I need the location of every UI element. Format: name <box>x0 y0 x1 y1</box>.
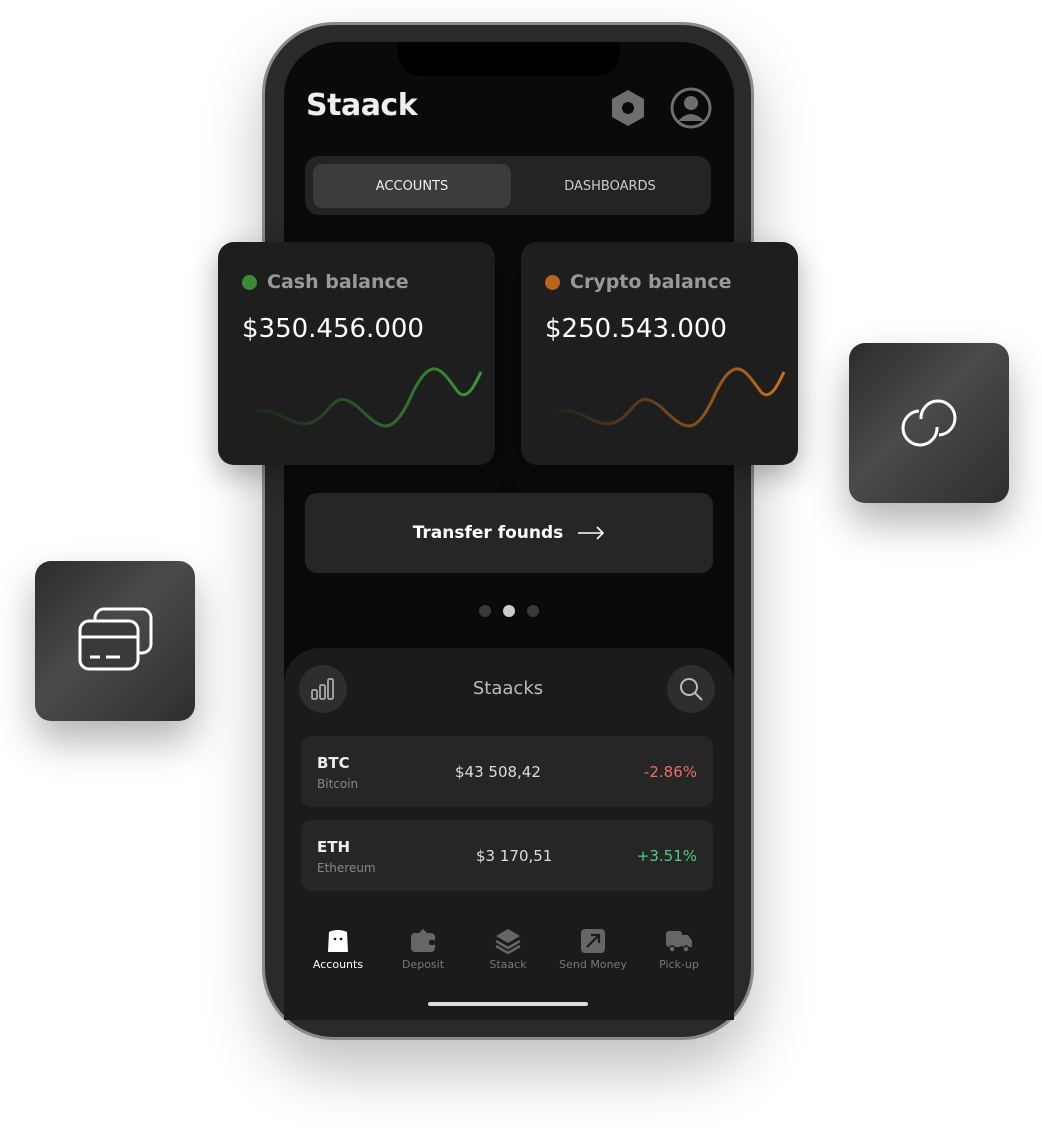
nav-label: Send Money <box>559 958 627 971</box>
cash-value: $350.456.000 <box>242 314 424 344</box>
credit-cards-icon <box>78 607 153 671</box>
crypto-sparkline <box>543 367 786 428</box>
tab-accounts[interactable]: ACCOUNTS <box>313 164 511 208</box>
cards-tile <box>35 561 195 721</box>
cash-balance-card[interactable]: Cash balance $350.456.000 <box>218 242 495 465</box>
ghost-icon <box>328 930 348 952</box>
send-arrow-icon <box>581 929 605 953</box>
page-dot[interactable] <box>479 605 491 617</box>
cash-dot <box>242 275 257 290</box>
staacks-title: Staacks <box>472 678 544 699</box>
layers-icon <box>495 929 521 954</box>
wallet-icon <box>411 929 435 952</box>
row-price: $43 508,42 <box>455 763 541 781</box>
nav-label: Pick-up <box>659 958 699 971</box>
cash-label: Cash balance <box>267 271 409 293</box>
bar-chart-icon <box>311 678 334 700</box>
profile-icon[interactable] <box>670 87 712 129</box>
table-row-btc[interactable]: BTC Bitcoin $43 508,42 -2.86% <box>301 736 713 807</box>
crypto-label: Crypto balance <box>570 271 732 293</box>
tab-dashboards[interactable]: DASHBOARDS <box>511 164 709 208</box>
settings-icon[interactable] <box>608 88 648 128</box>
app-logo: Staack <box>306 88 418 123</box>
link-tile <box>849 343 1009 503</box>
nav-accounts[interactable]: Accounts <box>298 928 378 971</box>
row-symbol: ETH <box>317 838 351 856</box>
segmented-tabs: ACCOUNTS DASHBOARDS <box>305 156 711 215</box>
nav-label: Staack <box>489 958 527 971</box>
row-change: -2.86% <box>643 763 697 781</box>
row-symbol: BTC <box>317 754 350 772</box>
row-price: $3 170,51 <box>476 847 553 865</box>
search-icon <box>680 678 703 701</box>
page-dot[interactable] <box>527 605 539 617</box>
truck-icon <box>666 931 692 953</box>
nav-send-money[interactable]: Send Money <box>553 928 633 971</box>
transfer-button[interactable]: Transfer founds <box>305 493 713 573</box>
chart-button[interactable] <box>299 665 347 713</box>
nav-deposit[interactable]: Deposit <box>383 928 463 971</box>
nav-staack[interactable]: Staack <box>468 928 548 971</box>
crypto-balance-card[interactable]: Crypto balance $250.543.000 <box>521 242 798 465</box>
nav-pick-up[interactable]: Pick-up <box>639 928 719 971</box>
crypto-value: $250.543.000 <box>545 314 727 344</box>
phone-notch <box>398 42 620 76</box>
link-rings-icon <box>901 399 957 447</box>
cash-sparkline <box>240 367 483 428</box>
table-row-eth[interactable]: ETH Ethereum $3 170,51 +3.51% <box>301 820 713 891</box>
search-button[interactable] <box>667 665 715 713</box>
arrow-right-icon <box>578 526 605 540</box>
crypto-dot <box>545 275 560 290</box>
row-name: Ethereum <box>317 861 376 875</box>
nav-label: Deposit <box>401 958 445 971</box>
home-indicator[interactable] <box>428 1002 588 1006</box>
row-name: Bitcoin <box>317 777 359 791</box>
page-dot-active[interactable] <box>503 605 515 617</box>
nav-label: Accounts <box>312 958 364 971</box>
transfer-label: Transfer founds <box>412 523 564 543</box>
row-change: +3.51% <box>636 847 697 865</box>
